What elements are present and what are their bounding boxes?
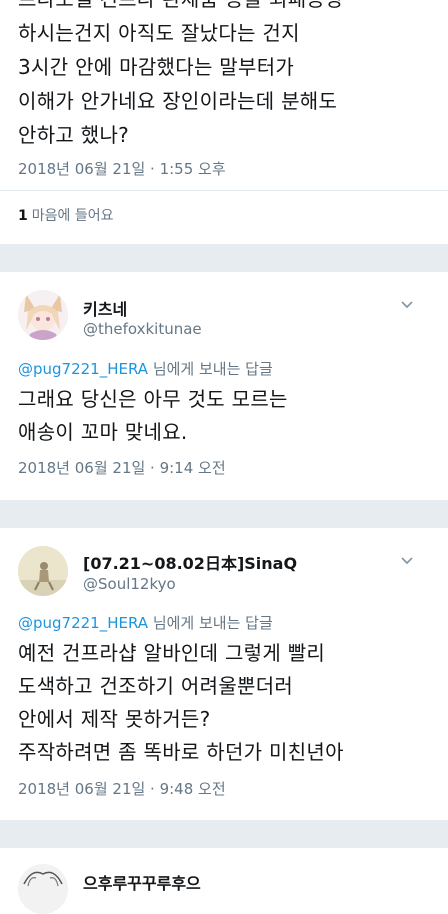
tweet-text-line: 애송이 꼬마 맞네요. — [18, 420, 188, 444]
reply-mention-link[interactable]: @pug7221_HERA — [18, 614, 148, 632]
tweet-timestamp[interactable]: 2018년 06월 21일 · 9:14 오전 — [18, 457, 226, 478]
divider — [0, 190, 448, 191]
tweet-menu-button[interactable] — [399, 552, 415, 572]
tweet-text-line: 3시간 안에 마감했다는 말부터가 — [18, 55, 295, 79]
tweet-text-line: 주작하려면 좀 똑바로 하던가 미친년아 — [18, 740, 344, 764]
chevron-down-icon — [401, 557, 413, 565]
likes-label: 마음에 들어요 — [31, 208, 114, 224]
chevron-down-icon — [401, 301, 413, 309]
tweet-text-line: 예전 건프라샵 알바인데 그렇게 빨리 — [18, 641, 326, 665]
reply-context: @pug7221_HERA 님에게 보내는 답글 — [18, 612, 273, 633]
tweet-text-line: 하시는건지 아직도 잘났다는 건지 — [18, 21, 300, 45]
reply-mention-link[interactable]: @pug7221_HERA — [18, 360, 148, 378]
tweet-separator — [0, 820, 448, 848]
reply-suffix: 님에게 보내는 답글 — [148, 360, 273, 378]
tweet-text-line: 그래요 당신은 아무 것도 모르는 — [18, 387, 288, 411]
tweet-separator — [0, 244, 448, 272]
display-name[interactable]: 으후루꾸꾸루후으 — [83, 870, 201, 894]
tweet-timestamp[interactable]: 2018년 06월 21일 · 9:48 오전 — [18, 778, 226, 799]
tweet-separator — [0, 500, 448, 528]
avatar[interactable] — [18, 546, 68, 596]
display-name[interactable]: 키츠네 — [83, 296, 127, 320]
user-handle[interactable]: @Soul12kyo — [83, 575, 176, 593]
likes-count: 1 — [18, 208, 28, 224]
reply-suffix: 님에게 보내는 답글 — [148, 614, 273, 632]
tweet-text-line: 안하고 했나? — [18, 123, 130, 147]
tweet-menu-button[interactable] — [399, 296, 415, 316]
user-handle[interactable]: @thefoxkitunae — [83, 320, 202, 338]
reply-context: @pug7221_HERA 님에게 보내는 답글 — [18, 358, 273, 379]
likes-row[interactable]: 1 마음에 들어요 — [18, 205, 113, 225]
tweet-text-line: 이해가 안가네요 장인이라는데 분해도 — [18, 89, 338, 113]
avatar[interactable] — [18, 290, 68, 340]
tweet-text-line: 안에서 제작 못하거든? — [18, 707, 211, 731]
avatar[interactable] — [18, 864, 68, 914]
tweet-text-line: 도색하고 건조하기 어려울뿐더러 — [18, 674, 294, 698]
display-name[interactable]: [07.21~08.02日本]SinaQ — [83, 550, 297, 574]
tweet-timestamp[interactable]: 2018년 06월 21일 · 1:55 오후 — [18, 158, 226, 179]
tweet-text-cut-line: 프라모델 건프라 완제품 용을 외패공방 — [18, 0, 344, 13]
